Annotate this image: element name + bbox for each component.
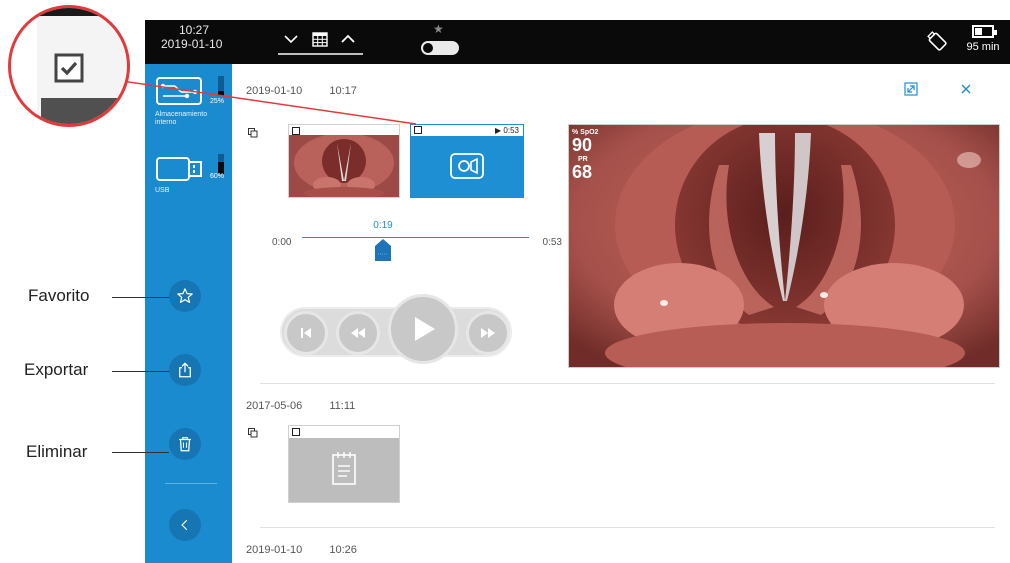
usb-drive-icon[interactable] bbox=[926, 30, 950, 54]
video-camera-icon bbox=[450, 153, 484, 179]
record-divider bbox=[260, 527, 995, 528]
fast-forward-icon bbox=[481, 328, 495, 338]
magnifier-left-area bbox=[11, 16, 37, 124]
star-icon bbox=[177, 288, 193, 303]
video-timeline: 0:00 0:53 0:19 bbox=[272, 214, 562, 264]
battery-icon bbox=[972, 25, 997, 38]
vitals-overlay: % SpO2 90 PR 68 bbox=[572, 129, 598, 181]
fast-forward-button[interactable] bbox=[466, 311, 510, 355]
video-preview[interactable]: % SpO2 90 PR 68 bbox=[568, 124, 1000, 368]
select-all-icon[interactable] bbox=[248, 428, 258, 438]
trash-icon bbox=[179, 437, 191, 452]
select-all-icon[interactable] bbox=[248, 128, 258, 138]
storage-usb-label: USB bbox=[155, 187, 170, 194]
clock-time: 10:27 bbox=[179, 23, 210, 37]
callout-delete-line bbox=[112, 452, 169, 453]
delete-button[interactable] bbox=[169, 428, 201, 460]
collapse-sidebar-button[interactable] bbox=[169, 509, 201, 541]
timeline-current: 0:19 bbox=[373, 220, 393, 231]
larynx-endoscopy-image bbox=[569, 125, 999, 367]
thumbnail-checkbox[interactable] bbox=[292, 428, 300, 436]
checkbox-magnifier bbox=[8, 5, 130, 127]
spo2-value: 90 bbox=[572, 135, 593, 155]
sidebar-divider bbox=[165, 483, 217, 484]
chevron-up-icon[interactable] bbox=[339, 30, 357, 48]
timeline-start: 0:00 bbox=[272, 237, 292, 248]
report-thumbnail[interactable] bbox=[288, 425, 400, 503]
view-nav bbox=[278, 26, 363, 56]
play-icon bbox=[415, 317, 435, 341]
battery-indicator: 95 min bbox=[961, 25, 1005, 61]
timeline-track[interactable] bbox=[302, 237, 529, 238]
video-duration: ▶ 0:53 bbox=[495, 126, 519, 135]
timeline-scrubber[interactable] bbox=[375, 239, 392, 261]
callout-export: Exportar bbox=[24, 360, 89, 379]
expand-icon[interactable] bbox=[904, 82, 918, 96]
magnifier-thumb-strip bbox=[41, 98, 127, 124]
magnifier-pointer-line bbox=[108, 78, 417, 125]
timeline-end: 0:53 bbox=[542, 237, 562, 248]
image-thumbnail[interactable] bbox=[288, 124, 400, 198]
play-button[interactable] bbox=[388, 294, 458, 364]
rewind-button[interactable] bbox=[336, 311, 380, 355]
sidebar: Almacenamiento interno 25% USB 60% bbox=[145, 64, 232, 563]
thumbnail-checkbox[interactable] bbox=[414, 126, 422, 134]
clock-date: 2019-01-10 bbox=[161, 37, 223, 51]
favorite-filter-star-icon[interactable]: ★ bbox=[433, 22, 444, 36]
favorite-button[interactable] bbox=[169, 280, 201, 312]
record-time: 10:26 bbox=[329, 544, 357, 556]
calendar-grid-icon[interactable] bbox=[311, 30, 329, 48]
playback-controls bbox=[280, 294, 512, 368]
thumbnail-checkbox[interactable] bbox=[292, 127, 300, 135]
rewind-icon bbox=[351, 328, 365, 338]
previous-button[interactable] bbox=[284, 311, 328, 355]
battery-level bbox=[975, 28, 983, 35]
usb-storage-icon bbox=[156, 157, 202, 181]
top-status-bar: 10:27 2019-01-10 ★ 95 min bbox=[145, 20, 1010, 64]
callout-delete: Eliminar bbox=[26, 442, 88, 461]
export-button[interactable] bbox=[169, 354, 201, 386]
checked-checkbox-icon bbox=[54, 53, 84, 83]
skip-previous-icon bbox=[301, 328, 311, 338]
callout-export-line bbox=[112, 371, 169, 372]
report-notepad-icon bbox=[332, 452, 356, 485]
record-divider bbox=[260, 383, 995, 384]
record-date: 2017-05-06 bbox=[246, 400, 303, 412]
nav-underline bbox=[278, 53, 363, 55]
callout-favorite-line bbox=[112, 297, 169, 298]
close-icon[interactable] bbox=[960, 83, 972, 95]
storage-usb-bar bbox=[218, 154, 224, 174]
chevron-left-icon bbox=[181, 519, 188, 531]
report-thumbnail-header bbox=[289, 426, 399, 438]
record-header: 2019-01-10 10:26 bbox=[246, 544, 357, 556]
magnifier-topbar bbox=[11, 8, 127, 16]
record-header: 2017-05-06 11:11 bbox=[246, 400, 355, 412]
larynx-image bbox=[289, 135, 399, 197]
battery-time: 95 min bbox=[966, 41, 1000, 53]
callout-favorite: Favorito bbox=[28, 286, 90, 305]
favorite-filter-toggle[interactable] bbox=[421, 41, 459, 55]
chevron-down-icon[interactable] bbox=[282, 30, 300, 48]
video-thumbnail[interactable]: ▶ 0:53 bbox=[410, 124, 524, 198]
storage-usb[interactable]: USB 60% bbox=[155, 154, 230, 195]
record-date: 2019-01-10 bbox=[246, 544, 303, 556]
export-icon bbox=[179, 362, 191, 378]
clock: 10:27 2019-01-10 bbox=[161, 23, 222, 51]
recordings-list: 2019-01-10 10:17 ▶ 0:53 0:00 0:53 0:19 %… bbox=[232, 64, 1010, 563]
pr-value: 68 bbox=[572, 162, 593, 182]
record-time: 11:11 bbox=[329, 400, 356, 412]
storage-usb-percent: 60% bbox=[210, 173, 225, 180]
